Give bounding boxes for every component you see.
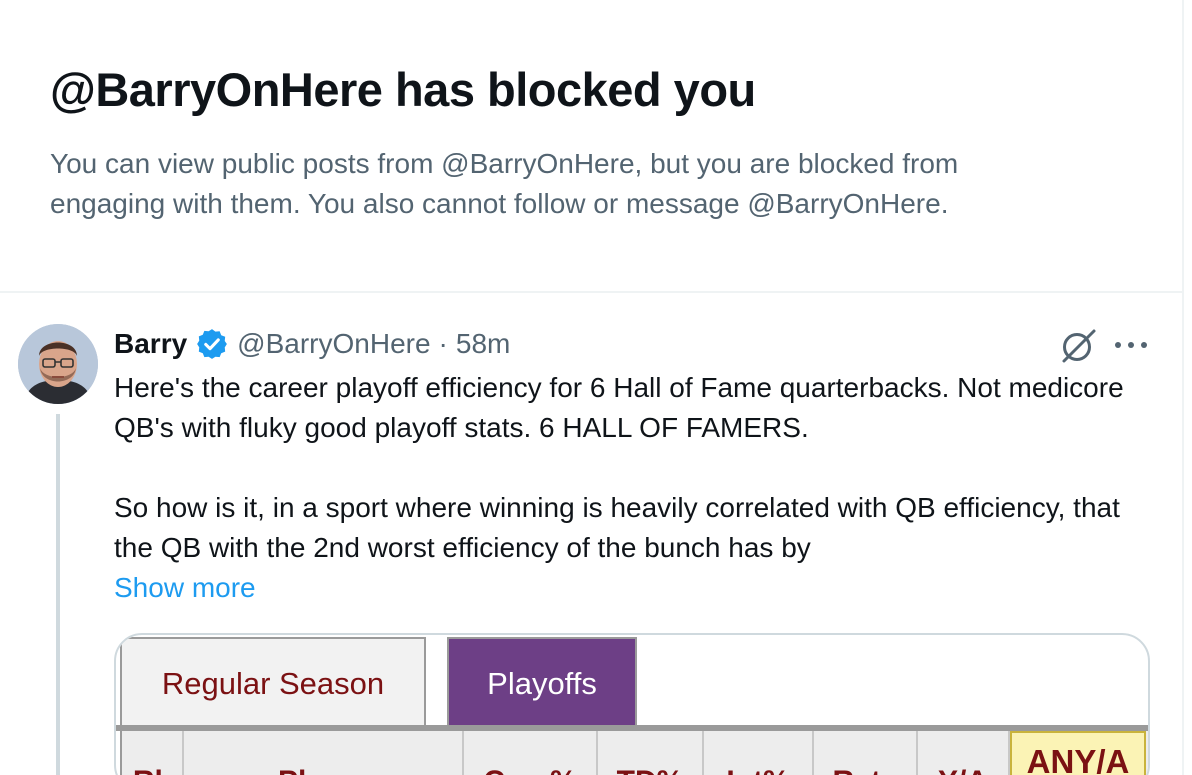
section-divider bbox=[0, 291, 1182, 293]
column-border bbox=[1182, 0, 1184, 775]
separator-dot: · bbox=[438, 328, 448, 359]
blocked-title: @BarryOnHere has blocked you bbox=[50, 63, 756, 116]
tweet-media-image[interactable]: Regular Season Playoffs Rk Player Cmp% T… bbox=[114, 633, 1150, 775]
tab-playoffs: Playoffs bbox=[447, 637, 637, 729]
column-header: TD% bbox=[598, 731, 704, 775]
tweet-paragraph: So how is it, in a sport where winning i… bbox=[114, 492, 1120, 563]
tab-regular-season: Regular Season bbox=[120, 637, 426, 729]
show-more-link[interactable]: Show more bbox=[114, 568, 256, 608]
column-header: Rate bbox=[814, 731, 918, 775]
column-header: Player bbox=[184, 731, 464, 775]
column-header: Cmp% bbox=[464, 731, 598, 775]
grok-icon[interactable] bbox=[1058, 326, 1098, 366]
tweet-header: Barry @BarryOnHere · 58m bbox=[114, 322, 510, 366]
column-header: Y/A bbox=[918, 731, 1010, 775]
more-options-icon[interactable] bbox=[1112, 330, 1150, 360]
column-header: Rk bbox=[122, 731, 184, 775]
author-handle[interactable]: @BarryOnHere bbox=[237, 328, 430, 360]
column-header-highlighted: ANY/A bbox=[1010, 731, 1146, 775]
thread-line bbox=[56, 414, 60, 775]
avatar[interactable] bbox=[18, 324, 98, 404]
verified-badge-icon[interactable] bbox=[195, 327, 229, 361]
stats-table-header: Rk Player Cmp% TD% Int% Rate Y/A ANY/A bbox=[120, 731, 1148, 775]
blocked-notice: @BarryOnHere has blocked you You can vie… bbox=[50, 58, 1150, 224]
blocked-description: You can view public posts from @BarryOnH… bbox=[50, 148, 959, 219]
column-header: Int% bbox=[704, 731, 814, 775]
timestamp[interactable]: 58m bbox=[456, 328, 510, 360]
tweet-text: Here's the career playoff efficiency for… bbox=[114, 368, 1124, 568]
author-name[interactable]: Barry bbox=[114, 328, 187, 360]
tweet-paragraph: Here's the career playoff efficiency for… bbox=[114, 372, 1124, 443]
